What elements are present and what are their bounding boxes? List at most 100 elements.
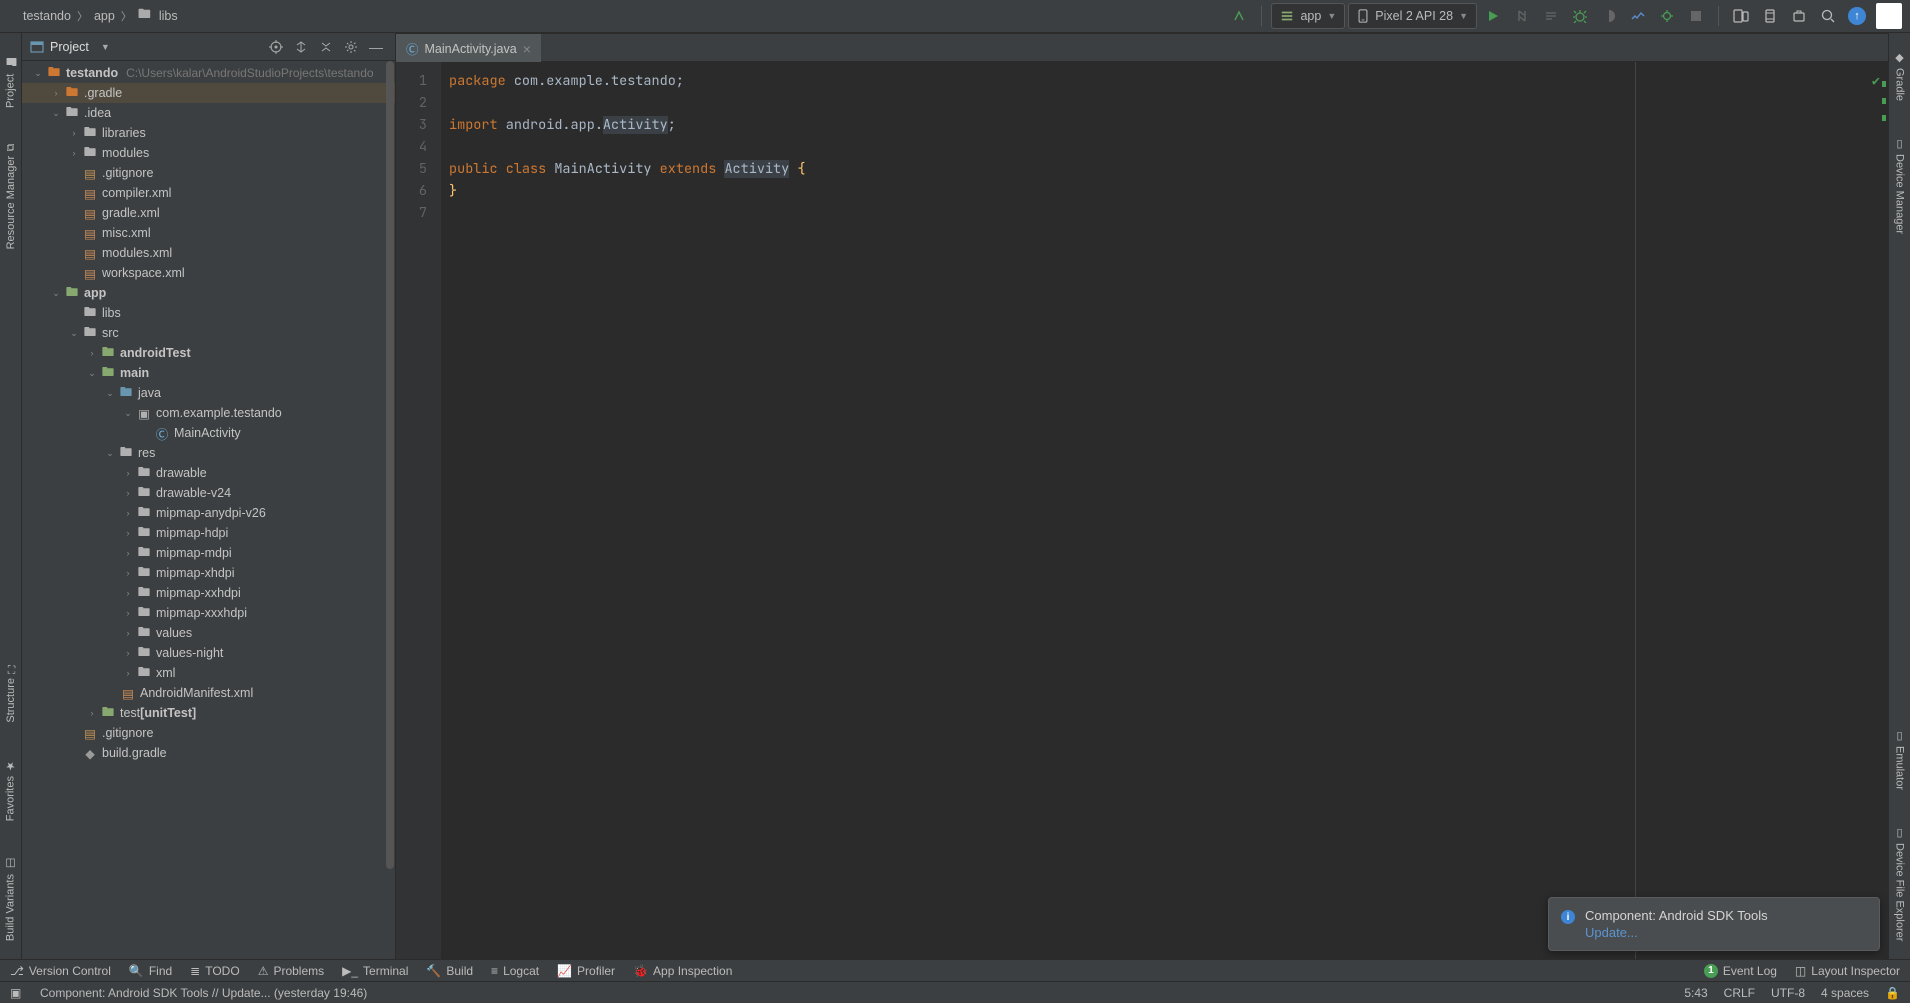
breadcrumb[interactable]: testando 〉 app 〉 🖿 libs <box>23 5 1226 27</box>
inspection-ok-icon[interactable]: ✔ <box>1872 70 1880 92</box>
tw-build[interactable]: 🔨Build <box>426 964 473 978</box>
tool-windows-icon[interactable]: ▣ <box>10 986 24 1000</box>
tree-package[interactable]: ⌄▣com.example.testando <box>22 403 395 423</box>
code-area[interactable]: 1 2 3 4 5 6 7 package com.example.testan… <box>396 62 1888 959</box>
avd-icon[interactable] <box>1728 3 1754 29</box>
coverage-icon[interactable] <box>1596 3 1622 29</box>
tree-file-gitignore-app[interactable]: ▤.gitignore <box>22 723 395 743</box>
chevron-right-icon[interactable]: › <box>66 128 82 138</box>
tree-file-gitignore[interactable]: ▤.gitignore <box>22 163 395 183</box>
lock-icon[interactable]: 🔒 <box>1885 986 1900 1000</box>
tree-file-miscxml[interactable]: ▤misc.xml <box>22 223 395 243</box>
sidetab-structure[interactable]: Structure⛶ <box>3 657 19 729</box>
tree-folder-mipmap-anydpi[interactable]: ›🖿mipmap-anydpi-v26 <box>22 503 395 523</box>
chevron-right-icon[interactable]: › <box>120 608 136 618</box>
hide-icon[interactable]: — <box>365 36 387 58</box>
tw-layout-inspector[interactable]: ◫Layout Inspector <box>1795 964 1900 978</box>
tw-version-control[interactable]: ⎇Version Control <box>10 964 111 978</box>
code-body[interactable]: package com.example.testando; import and… <box>441 62 805 959</box>
chevron-right-icon[interactable]: › <box>120 508 136 518</box>
tree-folder-res[interactable]: ⌄🖿res <box>22 443 395 463</box>
tree-folder-mipmap-xxxhdpi[interactable]: ›🖿mipmap-xxxhdpi <box>22 603 395 623</box>
chevron-down-icon[interactable]: ⌄ <box>48 108 64 119</box>
module-dropdown[interactable]: app ▼ <box>1271 3 1345 29</box>
collapse-all-icon[interactable] <box>315 36 337 58</box>
chevron-right-icon[interactable]: › <box>66 148 82 158</box>
tree-folder-drawable-v24[interactable]: ›🖿drawable-v24 <box>22 483 395 503</box>
chevron-right-icon[interactable]: › <box>120 528 136 538</box>
sidetab-device-manager[interactable]: ▯ Device Manager <box>1891 131 1908 240</box>
tree-folder-values[interactable]: ›🖿values <box>22 623 395 643</box>
tw-app-inspection[interactable]: 🐞App Inspection <box>633 964 732 978</box>
sidetab-device-file-explorer[interactable]: ▯ Device File Explorer <box>1891 820 1908 947</box>
breadcrumb-libs[interactable]: libs <box>159 9 178 23</box>
chevron-down-icon[interactable]: ⌄ <box>48 288 64 299</box>
tree-file-compilerxml[interactable]: ▤compiler.xml <box>22 183 395 203</box>
notification-icon[interactable]: ↑ <box>1844 3 1870 29</box>
chevron-down-icon[interactable]: ⌄ <box>84 368 100 379</box>
apply-code-icon[interactable] <box>1538 3 1564 29</box>
chevron-right-icon[interactable]: › <box>120 668 136 678</box>
chevron-right-icon[interactable]: › <box>120 588 136 598</box>
device-dropdown[interactable]: Pixel 2 API 28 ▼ <box>1348 3 1477 29</box>
tree-folder-modules[interactable]: ›🖿modules <box>22 143 395 163</box>
chevron-down-icon[interactable]: ⌄ <box>30 68 46 79</box>
locate-icon[interactable] <box>265 36 287 58</box>
chevron-right-icon[interactable]: › <box>84 708 100 718</box>
tw-event-log[interactable]: 1Event Log <box>1704 964 1777 978</box>
search-icon[interactable] <box>1815 3 1841 29</box>
tw-terminal[interactable]: ▶_Terminal <box>342 964 408 978</box>
tree-folder-libs[interactable]: 🖿libs <box>22 303 395 323</box>
chevron-down-icon[interactable]: ⌄ <box>102 448 118 459</box>
tree-file-workspacexml[interactable]: ▤workspace.xml <box>22 263 395 283</box>
sidetab-resource-manager[interactable]: Resource Manager⧉ <box>3 138 19 255</box>
tree-folder-androidtest[interactable]: ›🖿androidTest <box>22 343 395 363</box>
close-icon[interactable]: × <box>523 41 531 57</box>
sidetab-build-variants[interactable]: Build Variants◫ <box>2 851 19 947</box>
status-indent[interactable]: 4 spaces <box>1821 986 1869 1000</box>
tw-profiler[interactable]: 📈Profiler <box>557 964 615 978</box>
tw-problems[interactable]: ⚠Problems <box>258 964 324 978</box>
profiler-icon[interactable] <box>1625 3 1651 29</box>
chevron-right-icon[interactable]: › <box>120 568 136 578</box>
tree-folder-xml[interactable]: ›🖿xml <box>22 663 395 683</box>
sidetab-favorites[interactable]: Favorites★ <box>2 753 19 827</box>
notification-popup[interactable]: i Component: Android SDK Tools Update... <box>1548 897 1880 951</box>
tw-logcat[interactable]: ≡Logcat <box>491 964 539 978</box>
tree-file-buildgradle[interactable]: ◆build.gradle <box>22 743 395 763</box>
emulator-toolbar-icon[interactable] <box>1786 3 1812 29</box>
popup-link[interactable]: Update... <box>1585 925 1638 940</box>
tree-file-modulesxml[interactable]: ▤modules.xml <box>22 243 395 263</box>
avatar[interactable] <box>1876 3 1902 29</box>
breadcrumb-app[interactable]: app <box>94 9 115 23</box>
tree-folder-mipmap-mdpi[interactable]: ›🖿mipmap-mdpi <box>22 543 395 563</box>
chevron-right-icon[interactable]: › <box>120 548 136 558</box>
status-encoding[interactable]: UTF-8 <box>1771 986 1805 1000</box>
expand-all-icon[interactable] <box>290 36 312 58</box>
chevron-right-icon[interactable]: › <box>48 88 64 98</box>
tw-find[interactable]: 🔍Find <box>129 964 172 978</box>
status-cursor[interactable]: 5:43 <box>1684 986 1707 1000</box>
tree-folder-src[interactable]: ⌄🖿src <box>22 323 395 343</box>
sidetab-emulator[interactable]: ▯ Emulator <box>1891 723 1908 796</box>
chevron-right-icon[interactable]: › <box>84 348 100 358</box>
chevron-right-icon[interactable]: › <box>120 648 136 658</box>
breadcrumb-root[interactable]: testando <box>23 9 71 23</box>
editor-tab-mainactivity[interactable]: Ⓒ MainActivity.java × <box>396 34 541 62</box>
tree-folder-mipmap-xxhdpi[interactable]: ›🖿mipmap-xxhdpi <box>22 583 395 603</box>
tree-folder-mipmap-xhdpi[interactable]: ›🖿mipmap-xhdpi <box>22 563 395 583</box>
sidetab-gradle[interactable]: ◆ Gradle <box>1891 45 1908 107</box>
tree-file-gradlexml[interactable]: ▤gradle.xml <box>22 203 395 223</box>
gear-icon[interactable] <box>340 36 362 58</box>
sync-icon[interactable] <box>1226 3 1252 29</box>
run-icon[interactable] <box>1480 3 1506 29</box>
stop-icon[interactable] <box>1683 3 1709 29</box>
chevron-down-icon[interactable]: ⌄ <box>102 388 118 399</box>
tree-folder-libraries[interactable]: ›🖿libraries <box>22 123 395 143</box>
tree-folder-main[interactable]: ⌄🖿main <box>22 363 395 383</box>
tree-file-manifest[interactable]: ▤AndroidManifest.xml <box>22 683 395 703</box>
chevron-right-icon[interactable]: › <box>120 628 136 638</box>
tree-module-app[interactable]: ⌄🖿app <box>22 283 395 303</box>
sdk-icon[interactable] <box>1757 3 1783 29</box>
tree-folder-drawable[interactable]: ›🖿drawable <box>22 463 395 483</box>
